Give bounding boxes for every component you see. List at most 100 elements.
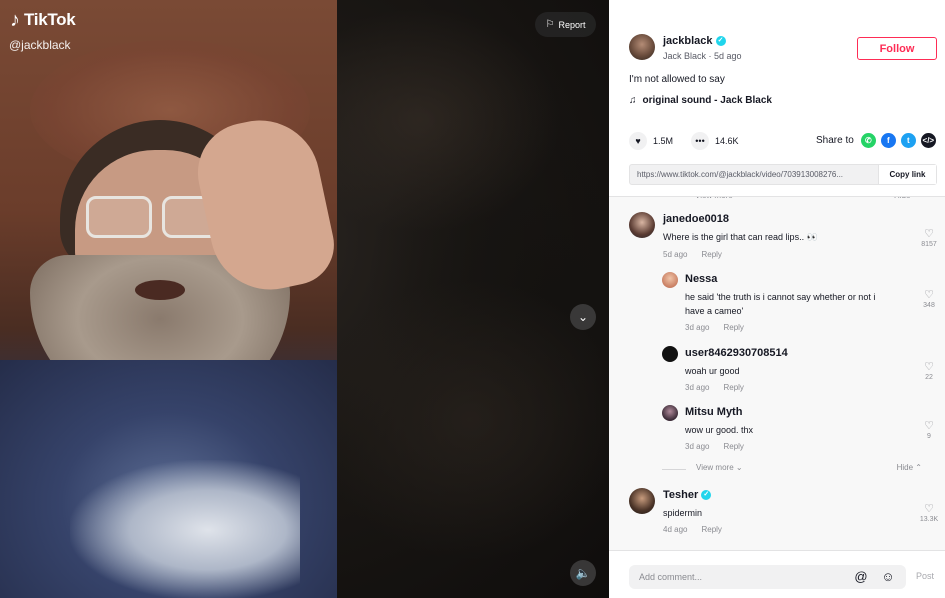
follow-button[interactable]: Follow <box>857 37 937 60</box>
chevron-down-icon: ⌄ <box>577 310 589 324</box>
heart-outline-icon: ♡ <box>924 289 934 301</box>
chevron-up-icon: ⌃ <box>915 463 922 472</box>
comment-item: janedoe0018 Where is the girl that can r… <box>629 212 939 272</box>
comment-count: 14.6K <box>715 136 739 146</box>
tiktok-video-page: ♪ TikTok @jackblack ⚐ Report ⌄ 🔈 jackbla… <box>0 0 945 598</box>
author-subtitle: Jack Black · 5d ago <box>663 51 742 61</box>
comment-like-count: 13.3K <box>919 516 939 523</box>
whatsapp-icon[interactable]: ✆ <box>860 133 876 148</box>
divider <box>662 469 686 470</box>
comment-input-bar: @ ☺ Post <box>609 550 945 598</box>
like-button[interactable]: ♥ <box>629 132 647 150</box>
report-label: Report <box>558 19 586 30</box>
commenter-avatar[interactable] <box>629 488 655 514</box>
comment-text-line: he said 'the truth is i cannot say wheth… <box>685 292 876 302</box>
comment-like[interactable]: ♡ 22 <box>917 361 941 382</box>
video-frame[interactable] <box>0 0 337 598</box>
video-person-mouth <box>135 280 185 300</box>
view-more-replies-row: View more ⌄ Hide ⌃ <box>662 463 922 475</box>
hide-label: Hide <box>896 463 914 472</box>
comment-like-count: 8157 <box>921 241 937 248</box>
comment-meta: 3d ago Reply <box>685 383 744 392</box>
reply-button[interactable]: Reply <box>701 525 721 534</box>
comment-text-line: have a cameo' <box>685 306 744 316</box>
commenter-username[interactable]: Tesher ✓ <box>663 489 712 501</box>
speaker-icon: 🔈 <box>575 566 591 580</box>
heart-outline-icon: ♡ <box>924 503 934 515</box>
view-more-button[interactable]: View more ⌄ <box>696 463 743 472</box>
comment-like-count: 22 <box>925 374 933 381</box>
share-label: Share to <box>816 135 854 146</box>
embed-icon[interactable]: </> <box>920 133 936 148</box>
verified-icon: ✓ <box>715 36 726 46</box>
comment-button[interactable]: ••• <box>691 132 710 150</box>
commenter-avatar[interactable] <box>662 405 678 421</box>
view-more-partial[interactable]: View more <box>695 197 733 200</box>
comment-like[interactable]: ♡ 8157 <box>917 228 941 249</box>
flag-icon: ⚐ <box>545 19 555 30</box>
comment-time: 4d ago <box>663 525 688 534</box>
emoji-icon[interactable]: ☺ <box>880 569 896 585</box>
heart-icon: ♥ <box>635 136 641 146</box>
next-video-button[interactable]: ⌄ <box>570 304 596 330</box>
video-link-url[interactable]: https://www.tiktok.com/@jackblack/video/… <box>630 165 878 184</box>
comment-time: 5d ago <box>663 250 688 259</box>
comment-like-count: 9 <box>927 433 931 440</box>
commenter-username[interactable]: Mitsu Myth <box>685 406 742 418</box>
twitter-icon[interactable]: t <box>900 133 916 148</box>
comment-time: 3d ago <box>685 323 710 332</box>
tiktok-logo-icon: ♪ <box>10 9 20 31</box>
chevron-down-icon: ⌄ <box>735 463 743 472</box>
comment-text: woah ur good <box>685 366 740 376</box>
comment-meta: 3d ago Reply <box>685 323 744 332</box>
reply-item: Mitsu Myth wow ur good. thx 3d ago Reply… <box>662 405 939 455</box>
video-shirt-graphic <box>70 460 300 598</box>
video-link-box: https://www.tiktok.com/@jackblack/video/… <box>629 164 937 185</box>
commenter-avatar[interactable] <box>662 346 678 362</box>
reply-item: Nessa he said 'the truth is i cannot say… <box>662 272 939 337</box>
reply-button[interactable]: Reply <box>723 323 743 332</box>
comment-time: 3d ago <box>685 383 710 392</box>
heart-outline-icon: ♡ <box>924 420 934 432</box>
facebook-icon[interactable]: f <box>880 133 896 148</box>
video-caption: I'm not allowed to say <box>629 74 725 85</box>
sound-link[interactable]: ♫ original sound - Jack Black <box>629 95 772 106</box>
commenter-avatar[interactable] <box>629 212 655 238</box>
commenter-username[interactable]: janedoe0018 <box>663 213 729 225</box>
post-button[interactable]: Post <box>916 571 934 581</box>
commenter-username[interactable]: user8462930708514 <box>685 347 788 359</box>
hide-partial[interactable]: Hide <box>894 197 910 200</box>
comment-like[interactable]: ♡ 13.3K <box>917 503 941 524</box>
comment-item: Tesher ✓ spidermin 4d ago Reply ♡ 13.3K <box>629 488 939 548</box>
share-row: Share to ✆ f t </> <box>816 133 936 148</box>
view-more-label: View more <box>696 463 734 472</box>
comment-meta: 5d ago Reply <box>663 250 722 259</box>
copy-link-button[interactable]: Copy link <box>878 165 936 184</box>
comment-bubble-icon: ••• <box>695 136 705 146</box>
author-username[interactable]: jackblack ✓ <box>663 35 726 47</box>
comment-like-count: 348 <box>923 302 935 309</box>
mention-icon[interactable]: @ <box>853 569 869 585</box>
volume-button[interactable]: 🔈 <box>570 560 596 586</box>
commenter-avatar[interactable] <box>662 272 678 288</box>
report-button[interactable]: ⚐ Report <box>535 12 596 37</box>
video-area[interactable]: ♪ TikTok @jackblack ⚐ Report ⌄ 🔈 <box>0 0 609 598</box>
comment-like[interactable]: ♡ 9 <box>917 420 941 441</box>
reply-button[interactable]: Reply <box>723 442 743 451</box>
reply-button[interactable]: Reply <box>723 383 743 392</box>
video-glasses <box>86 196 152 238</box>
author-avatar[interactable] <box>629 34 655 60</box>
tiktok-watermark: ♪ TikTok <box>10 9 76 31</box>
verified-icon: ✓ <box>701 490 712 500</box>
details-panel: jackblack ✓ Jack Black · 5d ago Follow I… <box>609 0 945 598</box>
like-count: 1.5M <box>653 136 674 146</box>
reply-item: user8462930708514 woah ur good 3d ago Re… <box>662 346 939 396</box>
comment-input[interactable] <box>639 569 839 585</box>
author-username-text: jackblack <box>663 35 713 47</box>
reply-button[interactable]: Reply <box>701 250 721 259</box>
comments-list[interactable]: View more Hide janedoe0018 Where is the … <box>609 197 945 550</box>
commenter-username[interactable]: Nessa <box>685 273 717 285</box>
comment-like[interactable]: ♡ 348 <box>917 289 941 310</box>
sound-label: original sound - Jack Black <box>642 95 772 106</box>
hide-replies-button[interactable]: Hide ⌃ <box>897 463 922 472</box>
